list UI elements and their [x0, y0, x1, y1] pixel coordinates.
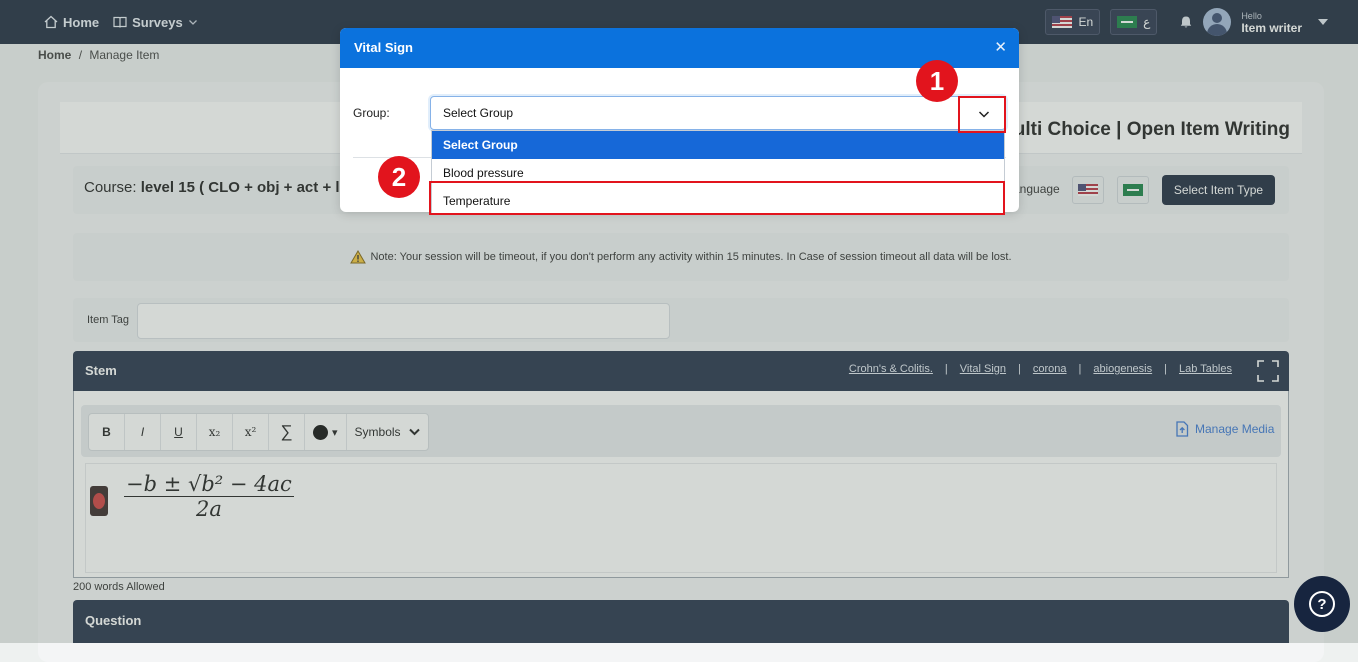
close-icon[interactable]: ✕ — [994, 38, 1007, 56]
annotation-badge-1: 1 — [916, 60, 958, 102]
annotation-box-chevron — [958, 96, 1006, 133]
option-select-group[interactable]: Select Group — [432, 131, 1004, 159]
group-label: Group: — [353, 106, 390, 120]
annotation-box-temperature — [429, 181, 1005, 215]
modal-header: Vital Sign ✕ — [340, 28, 1019, 68]
group-select[interactable]: Select Group — [430, 96, 1006, 130]
annotation-badge-2: 2 — [378, 156, 420, 198]
help-button[interactable]: ? — [1294, 576, 1350, 632]
help-icon: ? — [1309, 591, 1335, 617]
modal-title: Vital Sign — [354, 40, 413, 55]
group-select-value: Select Group — [443, 106, 514, 120]
